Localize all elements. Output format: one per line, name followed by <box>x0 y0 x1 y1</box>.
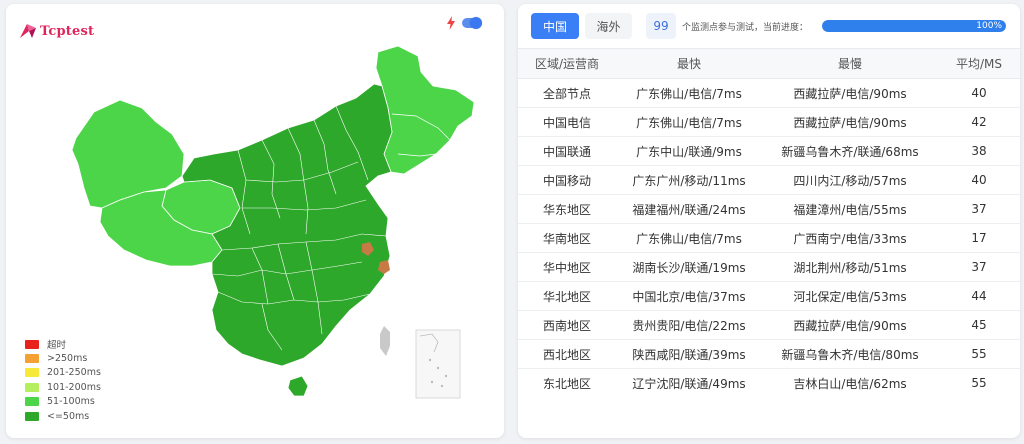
slowest-cell: 西藏拉萨/电信/90ms <box>762 78 938 108</box>
table-row[interactable]: 华北地区 中国北京/电信/37ms 河北保定/电信/53ms 44 <box>518 281 1020 311</box>
slowest-cell: 湖北荆州/移动/51ms <box>762 252 938 282</box>
legend-item: 超时 <box>25 337 101 351</box>
progress-caption: 个监测点参与测试，当前进度： <box>682 23 809 33</box>
region-taiwan <box>380 326 390 356</box>
bohai-sea <box>370 178 390 196</box>
legend-label: 超时 <box>47 340 67 352</box>
table-row[interactable]: 西北地区 陕西咸阳/联通/39ms 新疆乌鲁木齐/电信/80ms 55 <box>518 339 1020 369</box>
slowest-cell: 吉林白山/电信/62ms <box>793 376 907 391</box>
region-cell: 华中地区 <box>518 252 616 282</box>
region-hainan[interactable] <box>287 375 309 397</box>
south-china-sea-inset <box>415 329 461 399</box>
fastest-cell: 广东中山/联通/9ms <box>616 136 762 166</box>
slowest-cell: 西藏拉萨/电信/90ms <box>762 310 938 340</box>
slowest-cell: 四川内江/移动/57ms <box>762 165 938 195</box>
table-row[interactable]: 西南地区 贵州贵阳/电信/22ms 西藏拉萨/电信/90ms 45 <box>518 310 1020 340</box>
legend-label: 51-100ms <box>47 396 95 408</box>
test-progress-bar: 100% <box>822 20 1006 32</box>
region-cell: 华北地区 <box>518 281 616 311</box>
slowest-cell: 福建漳州/电信/55ms <box>762 194 938 224</box>
region-cell: 西南地区 <box>518 310 616 340</box>
average-cell: 42 <box>938 107 1020 137</box>
table-row[interactable]: 中国电信 广东佛山/电信/7ms 西藏拉萨/电信/90ms 42 <box>518 107 1020 137</box>
latency-stats-panel: 中国 海外 99 个监测点参与测试，当前进度： 100% 区域/运营商 最快 最… <box>518 4 1020 438</box>
progress-fill: 100% <box>822 20 1006 32</box>
fastest-cell: 中国北京/电信/37ms <box>616 281 762 311</box>
fastest-cell: 福建福州/联通/24ms <box>616 194 762 224</box>
table-row[interactable]: 华中地区 湖南长沙/联通/19ms 湖北荆州/移动/51ms 37 <box>518 252 1020 282</box>
legend-label: 101-200ms <box>47 381 101 393</box>
slowest-cell: 新疆乌鲁木齐/联通/68ms <box>762 136 938 166</box>
legend-label: 201-250ms <box>47 367 101 379</box>
region-cell: 华南地区 <box>518 223 616 253</box>
legend-swatch <box>25 339 39 349</box>
average-cell: 55 <box>971 376 987 391</box>
legend-swatch <box>25 411 39 421</box>
slowest-cell: 新疆乌鲁木齐/电信/80ms <box>762 339 938 369</box>
average-cell: 38 <box>938 136 1020 166</box>
column-header-region: 区域/运营商 <box>518 48 616 79</box>
latency-table: 区域/运营商 最快 最慢 平均/MS 全部节点 广东佛山/电信/7ms 西藏拉萨/电… <box>518 48 1020 398</box>
legend-item: <=50ms <box>25 409 101 423</box>
region-cell: 中国移动 <box>518 165 616 195</box>
fastest-cell: 广东佛山/电信/7ms <box>616 223 762 253</box>
node-count-badge: 99 <box>646 13 676 39</box>
region-cell: 西北地区 <box>518 339 616 369</box>
latency-legend: 超时 >250ms 201-250ms 101-200ms 51-100ms <=50ms <box>25 337 101 423</box>
average-cell: 17 <box>938 223 1020 253</box>
region-cell: 中国电信 <box>518 107 616 137</box>
fastest-cell: 湖南长沙/联通/19ms <box>616 252 762 282</box>
fastest-cell: 贵州贵阳/电信/22ms <box>616 310 762 340</box>
tab-china[interactable]: 中国 <box>531 13 579 39</box>
average-cell: 55 <box>938 339 1020 369</box>
region-cell: 华东地区 <box>518 194 616 224</box>
legend-label: <=50ms <box>47 410 90 422</box>
average-cell: 37 <box>938 252 1020 282</box>
slowest-cell: 河北保定/电信/53ms <box>762 281 938 311</box>
average-cell: 44 <box>938 281 1020 311</box>
region-northeast[interactable] <box>375 45 475 175</box>
tab-overseas[interactable]: 海外 <box>585 13 632 39</box>
slowest-cell: 西藏拉萨/电信/90ms <box>762 107 938 137</box>
progress-percent: 100% <box>976 21 1002 31</box>
table-row[interactable]: 华东地区 福建福州/联通/24ms 福建漳州/电信/55ms 37 <box>518 194 1020 224</box>
latency-map-panel: Tcptest 超时 >250ms 201-250ms 101-200ms 51… <box>6 4 504 438</box>
column-header-average: 平均/MS <box>938 48 1020 79</box>
legend-label: >250ms <box>47 353 88 365</box>
region-cell: 东北地区 <box>542 376 591 391</box>
legend-item: 51-100ms <box>25 395 101 409</box>
table-row[interactable]: 中国联通 广东中山/联通/9ms 新疆乌鲁木齐/联通/68ms 38 <box>518 136 1020 166</box>
region-cell: 中国联通 <box>518 136 616 166</box>
average-cell: 40 <box>938 78 1020 108</box>
fastest-cell: 广东佛山/电信/7ms <box>616 78 762 108</box>
legend-item: >250ms <box>25 351 101 365</box>
average-cell: 45 <box>938 310 1020 340</box>
legend-swatch <box>25 382 39 392</box>
table-row[interactable]: 华南地区 广东佛山/电信/7ms 广西南宁/电信/33ms 17 <box>518 223 1020 253</box>
fastest-cell: 辽宁沈阳/联通/49ms <box>632 376 746 391</box>
fastest-cell: 广东佛山/电信/7ms <box>616 107 762 137</box>
average-cell: 40 <box>938 165 1020 195</box>
fastest-cell: 陕西咸阳/联通/39ms <box>616 339 762 369</box>
legend-swatch <box>25 397 39 407</box>
legend-item: 201-250ms <box>25 366 101 380</box>
legend-item: 101-200ms <box>25 380 101 394</box>
table-row[interactable]: 中国移动 广东广州/移动/11ms 四川内江/移动/57ms 40 <box>518 165 1020 195</box>
table-header-row: 区域/运营商 最快 最慢 平均/MS <box>518 48 1020 79</box>
column-header-fastest: 最快 <box>616 48 762 79</box>
legend-swatch <box>25 368 39 378</box>
table-row[interactable]: 全部节点 广东佛山/电信/7ms 西藏拉萨/电信/90ms 40 <box>518 78 1020 108</box>
legend-swatch <box>25 354 39 364</box>
slowest-cell: 广西南宁/电信/33ms <box>762 223 938 253</box>
average-cell: 37 <box>938 194 1020 224</box>
table-row[interactable]: 东北地区 辽宁沈阳/联通/49ms 吉林白山/电信/62ms 55 <box>518 369 1020 398</box>
region-cell: 全部节点 <box>518 78 616 108</box>
fastest-cell: 广东广州/移动/11ms <box>616 165 762 195</box>
column-header-slowest: 最慢 <box>762 48 938 79</box>
